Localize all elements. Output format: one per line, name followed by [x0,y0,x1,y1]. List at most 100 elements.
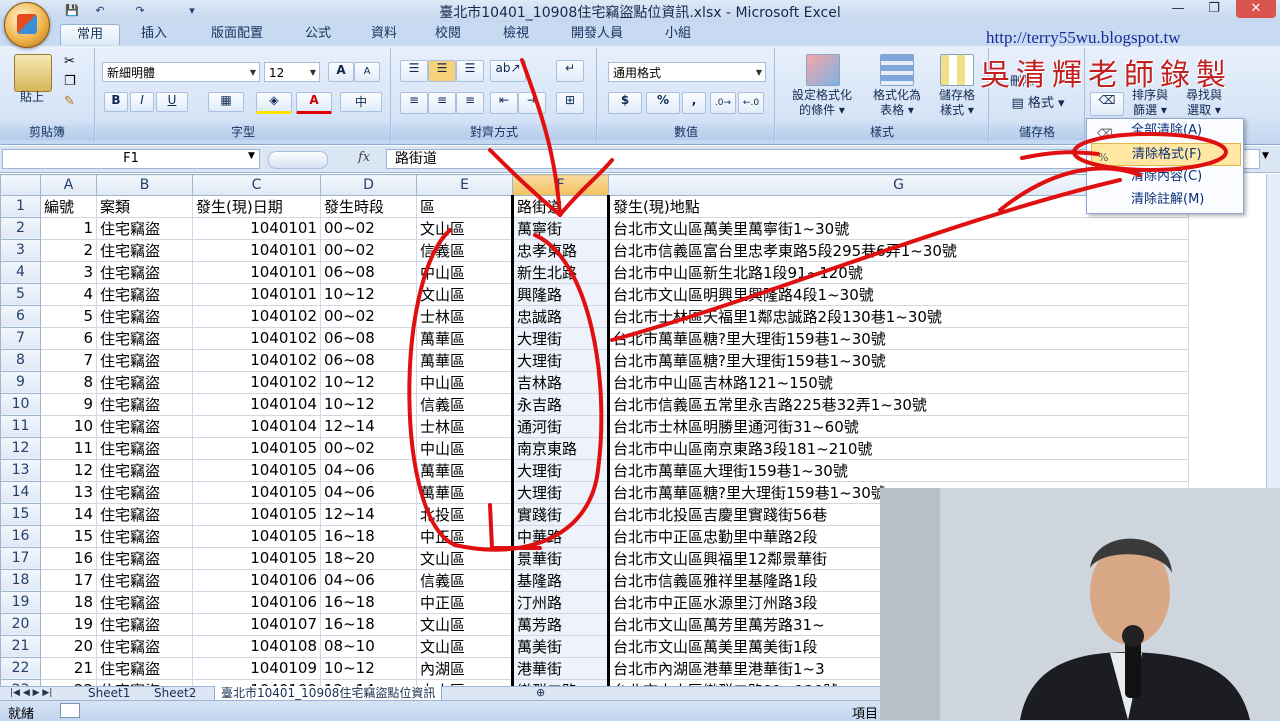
wrap-text-button[interactable]: ↵ [556,60,584,82]
cell-e14[interactable]: 萬華區 [416,480,513,504]
cell-f16[interactable]: 中華路 [511,524,610,548]
cell-d22[interactable]: 10~12 [320,656,417,680]
name-box[interactable]: F1 [2,149,260,169]
cell-d3[interactable]: 00~02 [320,238,417,262]
comma-button[interactable]: , [682,92,706,114]
increase-indent-button[interactable]: ⇥ [518,92,546,114]
column-header-e[interactable]: E [416,174,513,196]
row-header[interactable]: 9 [0,370,41,394]
qat-more-icon[interactable]: ▾ [184,3,200,18]
cell-d1[interactable]: 發生時段 [320,194,417,218]
cell-f11[interactable]: 通河街 [511,414,610,438]
cell-a3[interactable]: 2 [40,238,97,262]
cell-b6[interactable]: 住宅竊盜 [96,304,193,328]
cell-c7[interactable]: 1040102 [192,326,321,350]
conditional-format-button[interactable]: 設定格式化 的條件 ▾ [780,88,864,118]
phonetic-button[interactable]: 中 [340,92,382,112]
cell-e6[interactable]: 士林區 [416,304,513,328]
cell-b3[interactable]: 住宅竊盜 [96,238,193,262]
cell-b16[interactable]: 住宅竊盜 [96,524,193,548]
row-header[interactable]: 1 [0,194,41,218]
cell-b14[interactable]: 住宅竊盜 [96,480,193,504]
cell-a6[interactable]: 5 [40,304,97,328]
cell-c15[interactable]: 1040105 [192,502,321,526]
decrease-decimal-button[interactable]: ←.0 [738,92,764,114]
format-as-table-button[interactable]: 格式化為 表格 ▾ [864,88,930,118]
cell-b11[interactable]: 住宅竊盜 [96,414,193,438]
cell-a14[interactable]: 13 [40,480,97,504]
cell-c14[interactable]: 1040105 [192,480,321,504]
cell-g7[interactable]: 台北市萬華區糖?里大理街159巷1~30號 [608,326,1189,350]
save-icon[interactable]: 💾 [64,3,80,18]
cell-b5[interactable]: 住宅竊盜 [96,282,193,306]
cell-d4[interactable]: 06~08 [320,260,417,284]
cell-f20[interactable]: 萬芳路 [511,612,610,636]
row-header[interactable]: 7 [0,326,41,350]
font-size-combo[interactable]: 12 ▼ [264,62,320,82]
cell-b12[interactable]: 住宅竊盜 [96,436,193,460]
tab-data[interactable]: 資料 [356,24,412,44]
cell-g9[interactable]: 台北市中山區吉林路121~150號 [608,370,1189,394]
cell-g13[interactable]: 台北市萬華區大理街159巷1~30號 [608,458,1189,482]
cell-e22[interactable]: 內湖區 [416,656,513,680]
column-header-a[interactable]: A [40,174,97,196]
sheet-tab-sheet1[interactable]: Sheet1 [82,686,136,700]
cell-c2[interactable]: 1040101 [192,216,321,240]
cell-e2[interactable]: 文山區 [416,216,513,240]
tab-home[interactable]: 常用 [60,24,120,45]
cell-g11[interactable]: 台北市士林區明勝里通河街31~60號 [608,414,1189,438]
cell-c19[interactable]: 1040106 [192,590,321,614]
row-header[interactable]: 12 [0,436,41,460]
cell-b8[interactable]: 住宅竊盜 [96,348,193,372]
cell-c9[interactable]: 1040102 [192,370,321,394]
underline-button[interactable]: U [156,92,188,112]
cell-a23[interactable]: 22 [40,678,97,686]
cell-b4[interactable]: 住宅竊盜 [96,260,193,284]
cell-f22[interactable]: 港華街 [511,656,610,680]
row-header[interactable]: 17 [0,546,41,570]
merge-center-button[interactable]: ⊞ [556,92,584,114]
cell-e15[interactable]: 北投區 [416,502,513,526]
cell-c5[interactable]: 1040101 [192,282,321,306]
cell-d10[interactable]: 10~12 [320,392,417,416]
cell-g4[interactable]: 台北市中山區新生北路1段91~120號 [608,260,1189,284]
cell-e20[interactable]: 文山區 [416,612,513,636]
increase-decimal-button[interactable]: .0→ [710,92,736,114]
align-middle-button[interactable]: ☰ [428,60,456,82]
menu-clear-comments[interactable]: 清除註解(M) [1091,189,1239,210]
tab-page-layout[interactable]: 版面配置 [196,24,278,44]
menu-clear-contents[interactable]: 清除內容(C) [1091,166,1239,187]
cell-c10[interactable]: 1040104 [192,392,321,416]
cell-f13[interactable]: 大理街 [511,458,610,482]
cell-a13[interactable]: 12 [40,458,97,482]
border-button[interactable]: ▦ [208,92,244,112]
number-format-combo[interactable]: 通用格式 ▼ [608,62,766,82]
cell-e11[interactable]: 士林區 [416,414,513,438]
column-header-d[interactable]: D [320,174,417,196]
cell-f23[interactable]: 樂群二路 [511,678,610,686]
tab-formulas[interactable]: 公式 [290,24,346,44]
cell-d15[interactable]: 12~14 [320,502,417,526]
cell-a9[interactable]: 8 [40,370,97,394]
cell-a7[interactable]: 6 [40,326,97,350]
cell-a2[interactable]: 1 [40,216,97,240]
sheet-tab-active[interactable]: 臺北市10401_10908住宅竊盜點位資訊 [214,686,443,701]
cell-e1[interactable]: 區 [416,194,513,218]
font-name-combo[interactable]: 新細明體 ▼ [102,62,260,82]
cell-c4[interactable]: 1040101 [192,260,321,284]
cell-e10[interactable]: 信義區 [416,392,513,416]
clear-button[interactable]: ⌫ [1090,92,1124,116]
cell-f10[interactable]: 永吉路 [511,392,610,416]
cell-d7[interactable]: 06~08 [320,326,417,350]
cell-e8[interactable]: 萬華區 [416,348,513,372]
cell-a18[interactable]: 17 [40,568,97,592]
cell-d13[interactable]: 04~06 [320,458,417,482]
align-center-button[interactable]: ≡ [428,92,456,114]
undo-icon[interactable]: ↶ [92,3,108,18]
cell-a12[interactable]: 11 [40,436,97,460]
copy-icon[interactable]: ❐ [64,74,76,89]
cell-c6[interactable]: 1040102 [192,304,321,328]
decrease-indent-button[interactable]: ⇤ [490,92,518,114]
row-header[interactable]: 6 [0,304,41,328]
cell-f5[interactable]: 興隆路 [511,282,610,306]
